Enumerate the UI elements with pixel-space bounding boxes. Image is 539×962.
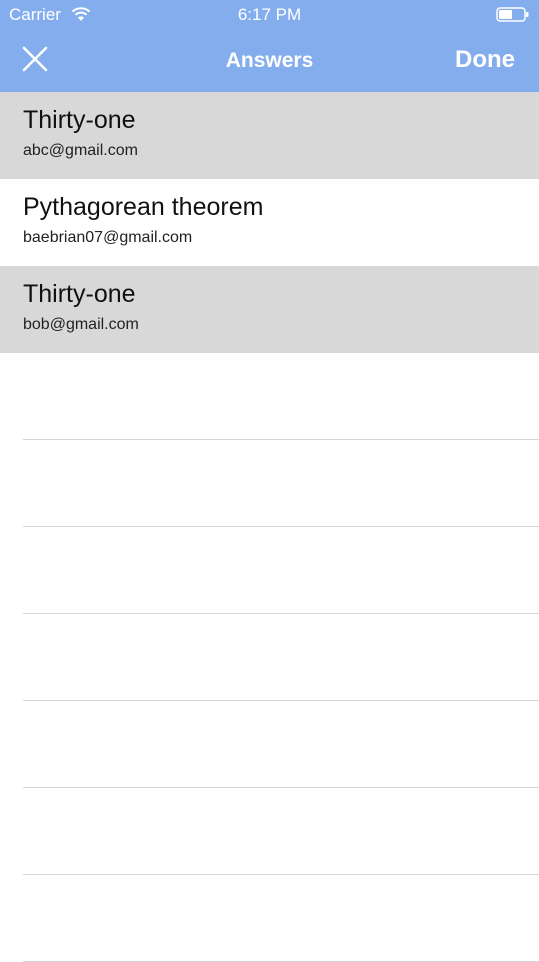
answer-row[interactable]: Pythagorean theorem baebrian07@gmail.com (0, 179, 539, 266)
answer-text: Thirty-one (23, 106, 136, 134)
done-button[interactable]: Done (455, 46, 515, 74)
answer-email: abc@gmail.com (23, 142, 138, 159)
answer-text: Thirty-one (23, 280, 136, 308)
empty-row (23, 788, 539, 875)
empty-row (23, 353, 539, 440)
answers-list: Thirty-one abc@gmail.com Pythagorean the… (0, 92, 539, 962)
navigation-bar: Answers Done (0, 30, 539, 92)
empty-row (23, 527, 539, 614)
status-time: 6:17 PM (237, 5, 302, 24)
answer-email: bob@gmail.com (23, 316, 139, 333)
empty-row (23, 875, 539, 962)
status-bar: Carrier 6:17 PM (0, 0, 539, 30)
answer-row[interactable]: Thirty-one abc@gmail.com (0, 92, 539, 179)
battery-icon (496, 7, 530, 28)
empty-row (23, 440, 539, 527)
top-bar: Carrier 6:17 PM Answers Done (0, 0, 539, 92)
answer-email: baebrian07@gmail.com (23, 229, 193, 246)
empty-row (23, 701, 539, 788)
empty-row (23, 614, 539, 701)
answer-row[interactable]: Thirty-one bob@gmail.com (0, 266, 539, 353)
answer-text: Pythagorean theorem (23, 193, 264, 221)
